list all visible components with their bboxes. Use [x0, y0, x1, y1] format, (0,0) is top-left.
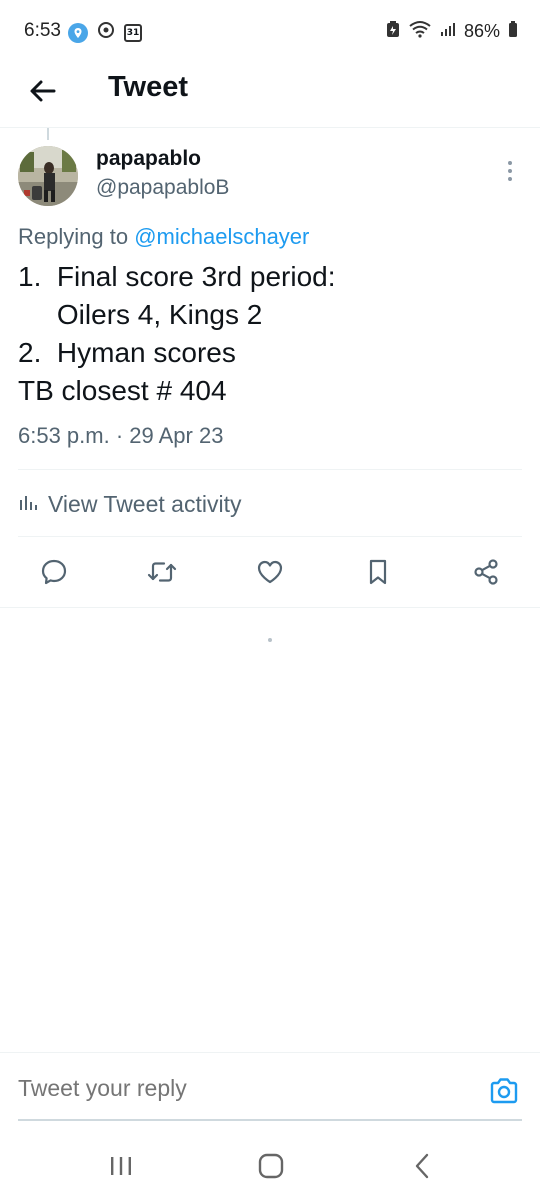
page-title: Tweet [108, 71, 189, 103]
battery-saver-icon [386, 20, 400, 43]
view-tweet-activity-label: View Tweet activity [48, 490, 242, 517]
divider [0, 607, 540, 608]
replying-to: Replying to @michaelschayer [18, 224, 309, 250]
system-navigation-bar [0, 1128, 540, 1200]
avatar[interactable] [18, 146, 78, 206]
loading-indicator [268, 638, 272, 642]
bar-chart-icon [18, 491, 38, 518]
status-bar: 6:53 31 86% [0, 0, 540, 62]
status-icons-right: 86% [386, 20, 518, 43]
more-options-icon[interactable] [500, 158, 520, 184]
status-icons-left: 31 [68, 20, 142, 45]
share-icon[interactable] [468, 554, 504, 590]
location-icon [68, 22, 88, 43]
signal-icon [440, 21, 456, 42]
divider [18, 536, 522, 537]
view-tweet-activity-button[interactable]: View Tweet activity [18, 488, 241, 520]
wifi-icon [408, 20, 432, 43]
like-icon[interactable] [252, 554, 288, 590]
status-time: 6:53 [24, 20, 61, 41]
camera-icon[interactable] [488, 1075, 520, 1107]
recents-icon[interactable] [106, 1152, 136, 1180]
reply-underline [18, 1119, 522, 1121]
top-app-bar: Tweet [0, 62, 540, 128]
thread-connector-line [47, 128, 49, 140]
calendar-icon: 31 [124, 23, 142, 42]
replying-to-prefix: Replying to [18, 224, 135, 249]
reply-icon[interactable] [36, 554, 72, 590]
divider [18, 469, 522, 470]
tweet-timestamp: 6:53 p.m. · 29 Apr 23 [18, 423, 224, 448]
tweet-actions-bar [0, 554, 540, 590]
reply-input[interactable] [18, 1075, 314, 1102]
sync-icon [96, 20, 116, 45]
bookmark-icon[interactable] [360, 554, 396, 590]
reply-composer [0, 1052, 540, 1121]
user-handle[interactable]: @papapabloB [96, 176, 229, 200]
tweet-text: 1. Final score 3rd period: Oilers 4, Kin… [18, 261, 336, 406]
retweet-icon[interactable] [144, 554, 180, 590]
battery-icon [508, 20, 518, 43]
battery-percent: 86% [463, 21, 500, 41]
display-name[interactable]: papapablo [96, 147, 201, 171]
back-icon[interactable] [408, 1152, 438, 1180]
arrow-left-icon[interactable] [26, 74, 60, 108]
home-icon[interactable] [256, 1152, 286, 1180]
replying-to-link[interactable]: @michaelschayer [134, 224, 309, 249]
